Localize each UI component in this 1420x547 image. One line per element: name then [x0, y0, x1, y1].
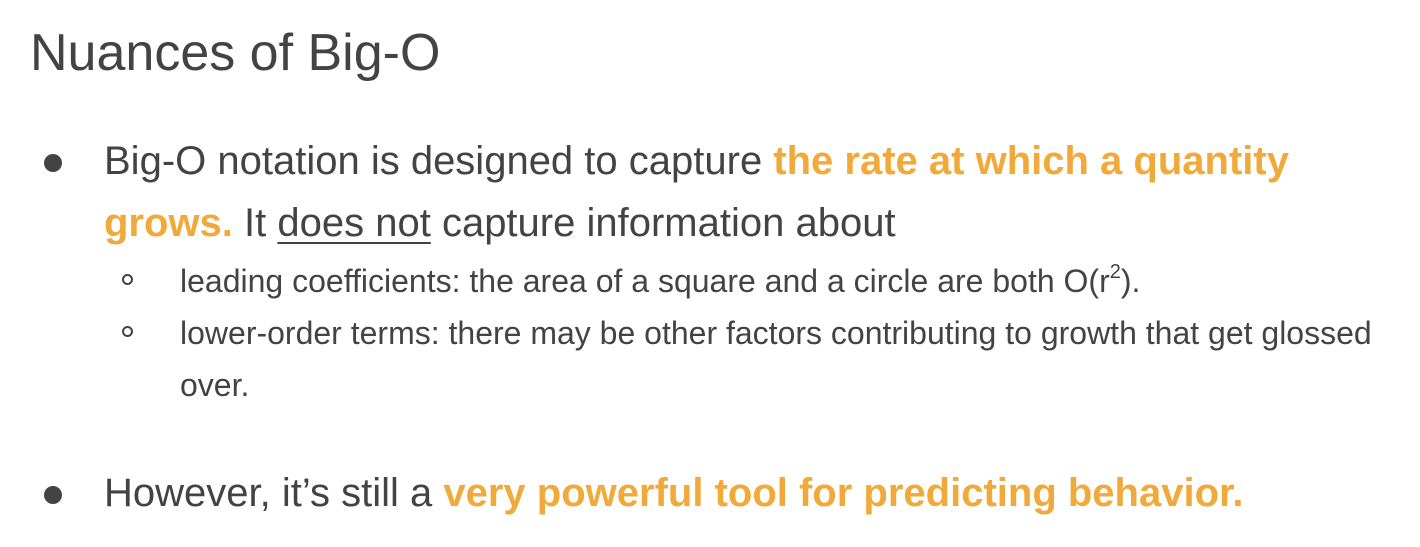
bullet-text: Big-O notation is designed to capture th…	[104, 130, 1304, 254]
superscript-exponent: 2	[1109, 261, 1121, 284]
bullet-text: However, it’s still a very powerful tool…	[104, 462, 1404, 524]
hollow-circle-bullet-icon	[122, 326, 133, 337]
bullet-intro-text: However, it’s still a	[104, 471, 444, 515]
slide-title: Nuances of Big-O	[30, 24, 441, 82]
sub-bullet-leading-coefficients: leading coefficients: the area of a squa…	[118, 255, 1398, 307]
filled-circle-bullet-icon	[44, 486, 62, 504]
bullet-intro-text: Big-O notation is designed to capture	[104, 139, 774, 183]
sub-bullet-leading-text: leading coefficients: the area of a squa…	[180, 263, 1110, 299]
highlight-powerful-tool: very powerful tool for predicting behavi…	[443, 471, 1244, 515]
bullet-tail-text: capture information about	[430, 201, 896, 245]
bullet-middle-text: It	[232, 201, 278, 245]
underlined-does-not: does not	[277, 201, 431, 245]
sub-bullet-text: leading coefficients: the area of a squa…	[180, 255, 1380, 307]
filled-circle-bullet-icon	[44, 154, 62, 172]
hollow-circle-bullet-icon	[122, 274, 133, 285]
slide: Nuances of Big-O Big-O notation is desig…	[0, 0, 1420, 547]
bullet-item-powerful-tool: However, it’s still a very powerful tool…	[40, 462, 1400, 524]
bullet-item-big-o-rate: Big-O notation is designed to capture th…	[40, 130, 1400, 254]
sub-bullet-lower-order-terms: lower-order terms: there may be other fa…	[118, 307, 1398, 411]
sub-bullet-close-text: ).	[1120, 263, 1141, 299]
sub-bullet-text: lower-order terms: there may be other fa…	[180, 315, 1372, 403]
